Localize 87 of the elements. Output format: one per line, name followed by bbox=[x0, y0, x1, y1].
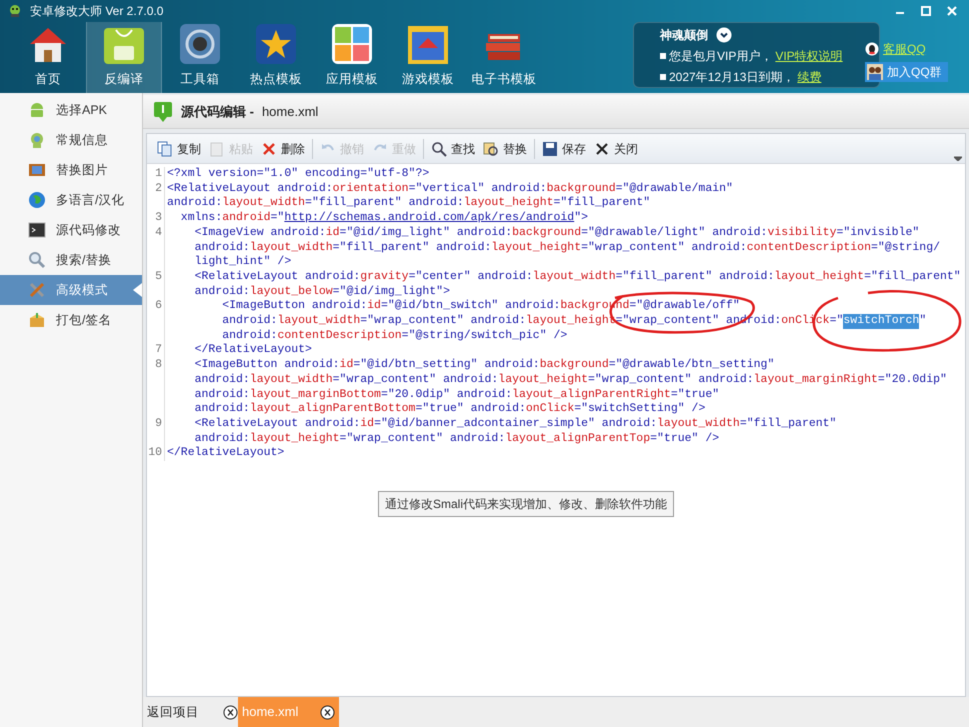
line-number: 5 bbox=[147, 270, 165, 285]
line-number: 7 bbox=[147, 343, 165, 358]
account-name: 神魂颠倒 bbox=[660, 27, 708, 44]
sidebar-item[interactable]: 源代码修改 bbox=[0, 215, 142, 245]
close-icon[interactable] bbox=[945, 4, 959, 18]
toolbar-button[interactable]: 替换 bbox=[479, 136, 531, 160]
code-text: " bbox=[919, 314, 926, 329]
dropdown-arrow-icon[interactable] bbox=[954, 155, 962, 161]
replace-icon bbox=[483, 140, 499, 156]
toolbar-button[interactable]: 复制 bbox=[153, 136, 205, 160]
selected-text: switchTorch bbox=[843, 314, 920, 329]
globe-icon bbox=[28, 191, 46, 209]
app-tiles-icon bbox=[330, 22, 374, 66]
nav-tab[interactable]: 首页 bbox=[10, 22, 86, 93]
toolbar-button[interactable]: 删除 bbox=[257, 136, 309, 160]
code-line: android:layout_below="@id/img_light"> bbox=[194, 284, 450, 300]
search-icon bbox=[28, 251, 46, 269]
people-icon bbox=[867, 64, 883, 80]
account-link[interactable]: VIP特权说明 bbox=[775, 47, 843, 65]
code-line: xmlns:android="http://schemas.android.com/apk/res/android"> bbox=[180, 211, 588, 226]
file-name: home.xml bbox=[262, 102, 318, 121]
back-to-project-link[interactable]: 返回项目 bbox=[143, 702, 223, 722]
code-line: <RelativeLayout android:gravity="center" android:layout_width="fill_parent" android:layout_height="fill_parent" bbox=[194, 270, 961, 285]
code-line: android:layout_alignParentBottom="true" android:onClick="switchSetting" /> bbox=[194, 402, 706, 417]
code-line: android:layout_width="fill_parent" android:layout_height="wrap_content" android:contentDescription="@string/ bbox=[194, 240, 940, 256]
line-number: 8 bbox=[147, 358, 165, 373]
line-number: 2 bbox=[147, 182, 165, 196]
copy-icon bbox=[157, 140, 173, 156]
line-number: 1 bbox=[147, 167, 165, 182]
info-download-icon bbox=[153, 100, 173, 122]
sidebar-item[interactable]: 高级模式 bbox=[0, 275, 142, 305]
code-line: <?xml version="1.0" encoding="utf-8"?> bbox=[166, 167, 430, 182]
close-icon bbox=[594, 140, 610, 156]
bullet-icon bbox=[660, 74, 666, 80]
account-info-text: 2027年12月13日到期， bbox=[669, 69, 794, 86]
sidebar-item[interactable]: 选择APK bbox=[0, 95, 142, 125]
code-line: android:contentDescription="@string/switch_pic" /> bbox=[221, 328, 568, 344]
android-info-icon bbox=[28, 131, 46, 149]
line-number: 3 bbox=[147, 211, 165, 226]
code-line: </RelativeLayout> bbox=[194, 343, 312, 358]
line-number: 6 bbox=[147, 299, 165, 314]
toolbar-button[interactable]: 查找 bbox=[427, 136, 479, 160]
code-line: android:layout_width="fill_parent" android:layout_height="fill_parent" bbox=[166, 196, 650, 212]
chevron-down-icon[interactable] bbox=[716, 27, 732, 43]
line-number: 9 bbox=[147, 416, 165, 432]
code-line: <ImageButton android:id="@id/btn_setting" android:background="@drawable/btn_setting" bbox=[194, 358, 774, 373]
code-line: android:layout_height="wrap_content" android:layout_alignParentTop="true" /> bbox=[194, 432, 720, 446]
line-number: 10 bbox=[147, 446, 165, 462]
nav-tab[interactable]: 热点模板 bbox=[238, 22, 314, 93]
window-title: 安卓修改大师 Ver 2.7.0.0 bbox=[30, 3, 164, 20]
bullet-icon bbox=[660, 53, 666, 59]
maximize-icon[interactable] bbox=[919, 4, 933, 18]
account-link[interactable]: 续费 bbox=[797, 68, 822, 86]
nav-tab[interactable]: 工具箱 bbox=[162, 22, 238, 93]
close-circle-icon[interactable] bbox=[223, 704, 238, 720]
sidebar-item[interactable]: 常规信息 bbox=[0, 125, 142, 155]
gear-dial-icon bbox=[178, 22, 222, 66]
close-circle-icon[interactable] bbox=[320, 704, 336, 720]
code-line: </RelativeLayout> bbox=[166, 446, 284, 462]
nav-tab[interactable]: 游戏模板 bbox=[390, 22, 466, 93]
code-line: light_hint" /> bbox=[194, 255, 292, 270]
android-icon bbox=[28, 101, 46, 119]
code-line: <ImageView android:id="@id/img_light" android:background="@drawable/light" android:visibility="invisible" bbox=[194, 226, 920, 241]
tools-icon bbox=[28, 281, 46, 299]
sidebar-item[interactable]: 搜索/替换 bbox=[0, 245, 142, 275]
tooltip: 通过修改Smali代码来实现增加、修改、删除软件功能 bbox=[378, 491, 674, 517]
nav-tab[interactable]: 应用模板 bbox=[314, 22, 390, 93]
code-line: <RelativeLayout android:id="@id/banner_adcontainer_simple" android:layout_width="fill_parent" bbox=[194, 416, 836, 432]
sidebar-item[interactable]: 打包/签名 bbox=[0, 305, 142, 335]
editor-title: 源代码编辑 - bbox=[181, 102, 254, 121]
toolbar-button[interactable]: 保存 bbox=[538, 136, 590, 160]
nav-tab[interactable]: 电子书模板 bbox=[466, 22, 542, 93]
picture-icon bbox=[28, 161, 46, 179]
search-icon bbox=[431, 140, 447, 156]
code-line: android:layout_marginBottom="20.0dip" android:layout_alignParentRight="true" bbox=[194, 388, 720, 402]
terminal-icon bbox=[28, 221, 46, 239]
toolbar-button[interactable]: 关闭 bbox=[590, 136, 642, 160]
delete-x-icon bbox=[261, 140, 277, 156]
line-number: 4 bbox=[147, 226, 165, 241]
paste-icon bbox=[209, 140, 225, 156]
account-info-text: 您是包月VIP用户， bbox=[669, 48, 772, 65]
sidebar-item[interactable]: 替换图片 bbox=[0, 155, 142, 185]
code-line: <RelativeLayout android:orientation="vertical" android:background="@drawable/main" bbox=[166, 182, 733, 196]
sidebar-item[interactable]: 多语言/汉化 bbox=[0, 185, 142, 215]
nav-tab[interactable]: 反编译 bbox=[86, 22, 162, 93]
code-line: android:layout_width="wrap_content" android:layout_height="wrap_content" android:layout_marginRight="20.0dip" bbox=[194, 372, 947, 388]
package-icon bbox=[28, 311, 46, 329]
